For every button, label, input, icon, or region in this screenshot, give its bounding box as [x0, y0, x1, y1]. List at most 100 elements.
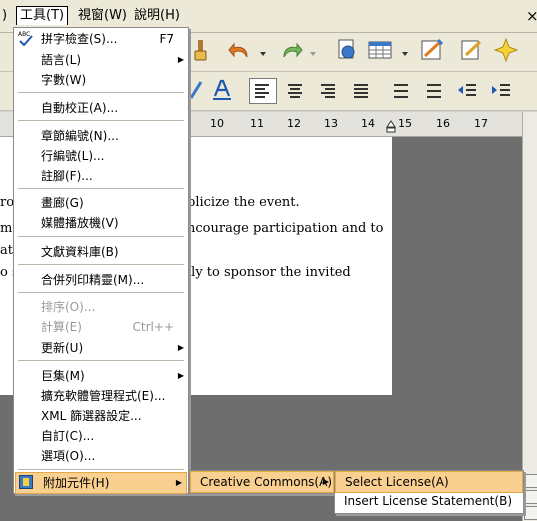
- decrease-indent-button[interactable]: [454, 78, 482, 104]
- ruler-tick: 12: [287, 117, 301, 130]
- scroll-prev-page-icon[interactable]: [524, 474, 537, 488]
- menu-separator: [18, 188, 184, 189]
- menu-item-label: 自動校正(A)...: [41, 101, 119, 115]
- navigator-icon[interactable]: [493, 37, 519, 63]
- menu-item-label: 附加元件(H): [43, 476, 110, 490]
- menu-item-label: 拼字檢查(S)...: [41, 32, 118, 46]
- ruler-tick: 15: [398, 117, 412, 130]
- menu-separator: [18, 360, 184, 361]
- menu-item-label: 合併列印精靈(M)...: [41, 273, 145, 287]
- undo-icon[interactable]: [228, 38, 252, 62]
- menu-item-label: 行編號(L)...: [41, 149, 105, 163]
- addons-icon: [19, 475, 33, 489]
- menu-item-label: 語言(L): [41, 53, 82, 67]
- table-icon[interactable]: [368, 38, 392, 62]
- find-replace-icon[interactable]: [460, 38, 484, 62]
- menu-separator: [18, 120, 184, 121]
- align-center-button[interactable]: [282, 78, 310, 104]
- menu-item-label: Select License(A): [345, 475, 449, 489]
- redo-icon[interactable]: [279, 38, 303, 62]
- menu-item-customize[interactable]: 自訂(C)...: [14, 426, 188, 446]
- menu-item-label: 註腳(F)...: [41, 169, 93, 183]
- indent-marker-icon[interactable]: [386, 120, 396, 137]
- menu-window[interactable]: 視窗(W): [78, 7, 127, 25]
- increase-indent-button[interactable]: [488, 78, 516, 104]
- addons-submenu: Creative Commons(A) ▶: [189, 470, 335, 494]
- ruler-tick: 10: [210, 117, 224, 130]
- paintbrush-icon[interactable]: [188, 38, 212, 62]
- menu-item-label: Insert License Statement(B): [344, 494, 513, 508]
- undo-dropdown-icon[interactable]: [258, 47, 268, 56]
- partial-format-icon[interactable]: [187, 78, 211, 102]
- menu-item-addons[interactable]: 附加元件(H) ▶: [15, 472, 187, 494]
- menu-item-label: 文獻資料庫(B): [41, 245, 119, 259]
- scroll-navigate-icon[interactable]: [524, 490, 537, 504]
- menu-item-label: 擴充軟體管理程式(E)...: [41, 389, 166, 403]
- menu-item-outline-numbering[interactable]: 章節編號(N)...: [14, 126, 188, 146]
- menu-item-label: 排序(O)...: [41, 300, 96, 314]
- vertical-scrollbar[interactable]: [522, 112, 537, 521]
- menu-item-label: 更新(U): [41, 341, 84, 355]
- menu-item-insert-license-statement[interactable]: Insert License Statement(B): [335, 491, 523, 511]
- menu-item-select-license[interactable]: Select License(A): [335, 471, 523, 493]
- menu-item-label: 計算(E): [41, 320, 82, 334]
- doc-text-line: blicize the event.: [187, 195, 300, 210]
- align-left-button[interactable]: [249, 78, 277, 104]
- menu-item-shortcut: Ctrl++: [132, 320, 174, 334]
- doc-text-line: lly to sponsor the invited: [187, 265, 351, 280]
- menu-item-label: 巨集(M): [41, 369, 85, 383]
- font-color-icon[interactable]: [210, 78, 234, 102]
- draw-functions-icon[interactable]: [420, 38, 444, 62]
- close-icon[interactable]: ×: [526, 7, 537, 25]
- menu-item-gallery[interactable]: 畫廊(G): [14, 193, 188, 213]
- redo-dropdown-icon: [308, 47, 318, 56]
- doc-text-line: ncourage participation and to: [187, 221, 384, 236]
- menu-partial[interactable]: ): [2, 7, 7, 25]
- menu-item-label: 選項(O)...: [41, 449, 96, 463]
- menu-tools[interactable]: 工具(T): [16, 6, 69, 25]
- tools-menu: ABC 拼字檢查(S)... F7 語言(L) ▶ 字數(W) 自動校正(A)...…: [13, 27, 189, 494]
- menu-item-line-numbering[interactable]: 行編號(L)...: [14, 146, 188, 166]
- menu-item-autocorrect[interactable]: 自動校正(A)...: [14, 98, 188, 118]
- menu-item-xml-filter[interactable]: XML 篩選器設定...: [14, 406, 188, 426]
- menu-separator: [18, 92, 184, 93]
- menu-item-wordcount[interactable]: 字數(W): [14, 70, 188, 90]
- menu-item-bibliography[interactable]: 文獻資料庫(B): [14, 242, 188, 262]
- ruler-tick: 16: [436, 117, 450, 130]
- doc-text-fragment: at: [0, 243, 13, 258]
- menu-item-extension-manager[interactable]: 擴充軟體管理程式(E)...: [14, 386, 188, 406]
- align-right-button[interactable]: [315, 78, 343, 104]
- menu-item-creative-commons[interactable]: Creative Commons(A) ▶: [190, 471, 334, 493]
- scroll-next-page-icon[interactable]: [524, 506, 537, 520]
- menu-item-options[interactable]: 選項(O)...: [14, 446, 188, 466]
- justify-button[interactable]: [348, 78, 376, 104]
- menu-separator: [18, 469, 184, 470]
- menu-item-shortcut: F7: [159, 32, 174, 46]
- menu-item-calculate: 計算(E) Ctrl++: [14, 317, 188, 337]
- menu-item-spellcheck[interactable]: 拼字檢查(S)... F7: [14, 29, 188, 49]
- menu-item-label: 畫廊(G): [41, 196, 84, 210]
- bullets-button[interactable]: [421, 78, 449, 104]
- menu-item-language[interactable]: 語言(L) ▶: [14, 50, 188, 70]
- menu-help[interactable]: 說明(H): [134, 7, 180, 25]
- menu-item-label: Creative Commons(A): [200, 475, 332, 489]
- menu-item-mail-merge[interactable]: 合併列印精靈(M)...: [14, 270, 188, 290]
- ruler-tick: 13: [324, 117, 338, 130]
- menu-separator: [18, 264, 184, 265]
- menu-item-update[interactable]: 更新(U) ▶: [14, 338, 188, 358]
- menu-item-label: 自訂(C)...: [41, 429, 95, 443]
- submenu-arrow-icon: ▶: [177, 55, 184, 64]
- submenu-arrow-icon: ▶: [175, 478, 182, 487]
- ruler-tick: 17: [474, 117, 488, 130]
- numbering-button[interactable]: [388, 78, 416, 104]
- menu-item-footnotes[interactable]: 註腳(F)...: [14, 166, 188, 186]
- hyperlink-icon[interactable]: [336, 38, 360, 62]
- ruler-tick: 14: [361, 117, 375, 130]
- menu-item-macros[interactable]: 巨集(M) ▶: [14, 366, 188, 386]
- menu-item-media-player[interactable]: 媒體播放機(V): [14, 213, 188, 233]
- submenu-arrow-icon: ▶: [177, 343, 184, 352]
- ruler-tick: 11: [250, 117, 264, 130]
- table-dropdown-icon[interactable]: [400, 47, 410, 56]
- menu-separator: [18, 236, 184, 237]
- menu-separator: [18, 292, 184, 293]
